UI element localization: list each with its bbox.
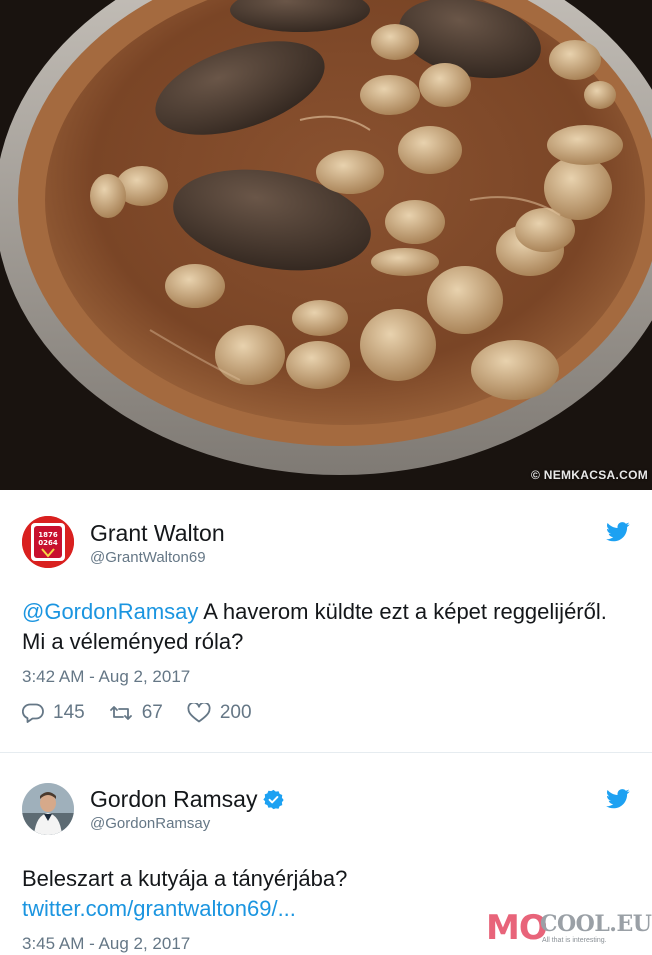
food-photo-image: [0, 0, 652, 490]
tweet-timestamp[interactable]: 3:42 AM - Aug 2, 2017: [22, 667, 190, 687]
author-handle[interactable]: @GrantWalton69: [90, 549, 206, 566]
mention-link[interactable]: @GordonRamsay: [22, 599, 198, 624]
tweet-text: @GordonRamsay A haverom küldte ezt a kép…: [22, 597, 622, 657]
tweet-actions: 145 67 200: [22, 702, 276, 724]
heart-icon: [187, 703, 211, 723]
reply-button[interactable]: 145: [22, 702, 85, 724]
tweet-grant-walton: 1876 0264 Grant Walton @GrantWalton69 @G…: [0, 490, 652, 752]
avatar[interactable]: [22, 783, 74, 835]
author-handle[interactable]: @GordonRamsay: [90, 815, 210, 832]
author-name-text: Gordon Ramsay: [90, 786, 258, 812]
tweet-timestamp[interactable]: 3:45 AM - Aug 2, 2017: [22, 934, 190, 954]
verified-badge-icon: [263, 789, 285, 810]
svg-text:1876: 1876: [38, 531, 58, 539]
chef-photo-icon: [22, 783, 74, 835]
twitter-bird-icon[interactable]: [606, 789, 630, 809]
svg-text:0264: 0264: [38, 539, 58, 547]
author-name[interactable]: Gordon Ramsay: [90, 786, 285, 813]
reply-count: 145: [53, 702, 85, 723]
food-photo: © NEMKACSA.COM: [0, 0, 652, 490]
tweet-body: Beleszart a kutyája a tányérjába?: [22, 866, 348, 891]
site-logo: MO COOL.EU All that is interesting.: [486, 906, 652, 952]
site-logo-mo: MO: [486, 908, 548, 948]
twitter-bird-icon[interactable]: [606, 522, 630, 542]
like-button[interactable]: 200: [187, 702, 252, 724]
like-count: 200: [219, 702, 252, 723]
avatar[interactable]: 1876 0264: [22, 516, 74, 568]
photo-watermark: © NEMKACSA.COM: [530, 468, 648, 482]
retweet-count: 67: [141, 702, 163, 723]
liverpool-crest-icon: 1876 0264: [22, 516, 74, 568]
site-logo-tagline: All that is interesting.: [542, 937, 607, 944]
retweet-icon: [109, 706, 132, 720]
site-logo-cool: COOL.EU: [540, 911, 652, 937]
author-name[interactable]: Grant Walton: [90, 520, 225, 547]
retweet-button[interactable]: 67: [109, 702, 163, 724]
reply-icon: [22, 703, 44, 723]
